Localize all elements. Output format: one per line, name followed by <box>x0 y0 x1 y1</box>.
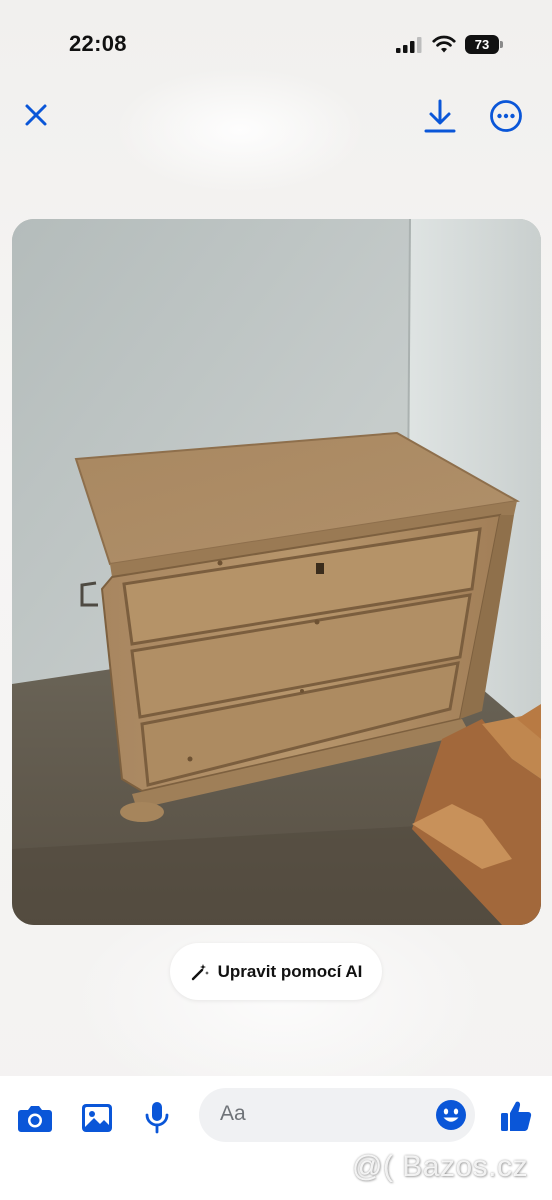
battery-icon: 73 <box>465 35 503 54</box>
microphone-icon <box>145 1102 169 1134</box>
battery-level: 73 <box>465 35 499 54</box>
more-options-button[interactable] <box>485 95 527 137</box>
close-button[interactable] <box>16 95 56 135</box>
microphone-button[interactable] <box>136 1096 178 1138</box>
download-button[interactable] <box>418 94 462 138</box>
download-icon <box>424 99 456 133</box>
emoji-icon <box>436 1100 466 1130</box>
close-icon <box>25 104 47 126</box>
ai-edit-button[interactable]: Upravit pomocí AI <box>170 943 382 1000</box>
gallery-button[interactable] <box>76 1097 118 1139</box>
cellular-signal-icon <box>396 37 422 53</box>
gallery-icon <box>82 1104 112 1132</box>
message-placeholder: Aa <box>220 1102 246 1125</box>
magic-wand-icon <box>191 963 209 980</box>
photo-chest-of-drawers[interactable] <box>12 219 541 925</box>
wifi-icon <box>432 35 456 53</box>
more-options-icon <box>490 100 522 132</box>
status-time: 22:08 <box>69 31 127 56</box>
ai-edit-label: Upravit pomocí AI <box>217 961 363 981</box>
camera-icon <box>18 1106 52 1132</box>
thumbs-up-icon <box>501 1101 532 1131</box>
bazos-watermark: @( Bazos.cz <box>352 1150 528 1183</box>
emoji-button[interactable] <box>432 1096 470 1134</box>
status-bar: 22:08 73 <box>0 0 552 80</box>
thumbs-up-button[interactable] <box>496 1096 536 1136</box>
camera-button[interactable] <box>14 1097 56 1139</box>
